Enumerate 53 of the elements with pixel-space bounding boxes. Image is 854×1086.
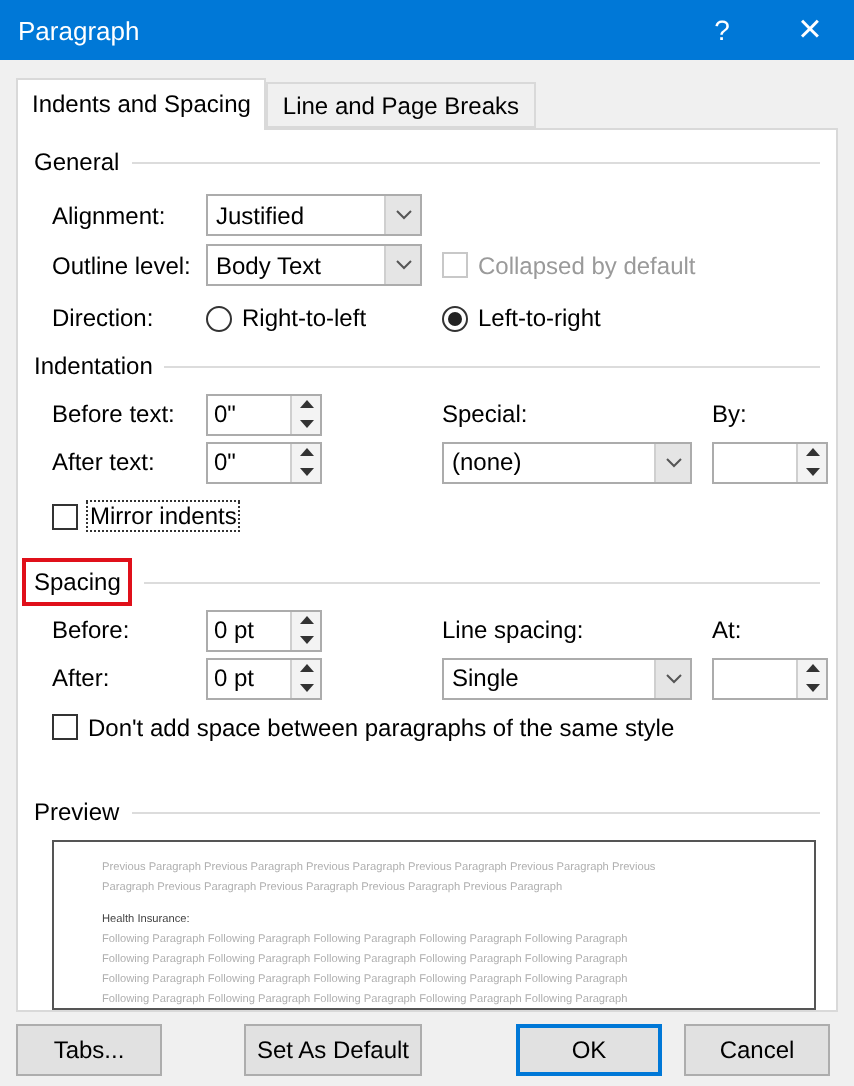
checkbox[interactable] <box>52 503 78 529</box>
help-button[interactable]: ? <box>678 0 766 60</box>
radio-button[interactable] <box>206 305 232 331</box>
outline-level-dropdown[interactable]: Body Text <box>206 244 422 286</box>
field-label: At: <box>712 616 744 644</box>
tab[interactable]: Indents and Spacing <box>16 78 267 130</box>
field-label: By: <box>712 400 749 428</box>
line-spacing-dropdown[interactable]: Single <box>442 657 692 699</box>
field-label: Before text: <box>52 400 177 428</box>
spin-field[interactable]: 0 pt <box>206 657 322 699</box>
spin-field[interactable] <box>712 657 828 699</box>
section-heading: Spacing <box>22 558 133 606</box>
checkbox[interactable] <box>52 714 78 740</box>
radio-label: Right-to-left <box>242 304 367 332</box>
special-dropdown[interactable]: (none) <box>442 441 692 483</box>
chevron-down-icon[interactable] <box>654 659 690 697</box>
chevron-down-icon[interactable] <box>384 196 420 234</box>
tab[interactable]: Line and Page Breaks <box>266 82 536 128</box>
chevron-down-icon[interactable] <box>654 443 690 481</box>
checkbox-label: Don't add space between paragraphs of the same style <box>88 713 675 741</box>
radio-button[interactable] <box>442 305 468 331</box>
radio-label: Left-to-right <box>478 304 601 332</box>
chevron-down-icon[interactable] <box>384 246 420 284</box>
checkbox-label: Mirror indents <box>88 502 239 530</box>
dialog-button[interactable]: Cancel <box>684 1023 830 1075</box>
spin-arrows-icon[interactable] <box>796 659 826 697</box>
field-label: Direction: <box>52 304 156 332</box>
spin-arrows-icon[interactable] <box>290 659 320 697</box>
field-label: Before: <box>52 616 132 644</box>
spin-field[interactable]: 0" <box>206 441 322 483</box>
close-button[interactable]: × <box>766 0 854 60</box>
spin-arrows-icon[interactable] <box>796 443 826 481</box>
alignment-dropdown[interactable]: Justified <box>206 194 422 236</box>
section-heading: Preview <box>34 798 120 826</box>
dialog-button[interactable]: Set As Default <box>244 1023 422 1075</box>
spin-arrows-icon[interactable] <box>290 395 320 433</box>
section-heading: General <box>34 148 120 176</box>
dialog-button[interactable]: Tabs... <box>16 1023 162 1075</box>
checkbox-label: Collapsed by default <box>478 251 696 279</box>
field-label: After text: <box>52 448 157 476</box>
field-label: Line spacing: <box>442 616 586 644</box>
section-heading: Indentation <box>34 352 153 380</box>
spin-field[interactable] <box>712 441 828 483</box>
spin-arrows-icon[interactable] <box>290 611 320 649</box>
field-label: Outline level: <box>52 251 193 279</box>
dialog-button[interactable]: OK <box>516 1023 662 1075</box>
spin-arrows-icon[interactable] <box>290 443 320 481</box>
field-label: Alignment: <box>52 201 168 229</box>
field-label: After: <box>52 664 112 692</box>
spin-field[interactable]: 0 pt <box>206 609 322 651</box>
spin-field[interactable]: 0" <box>206 393 322 435</box>
field-label: Special: <box>442 400 530 428</box>
window-title: Paragraph <box>18 15 142 45</box>
